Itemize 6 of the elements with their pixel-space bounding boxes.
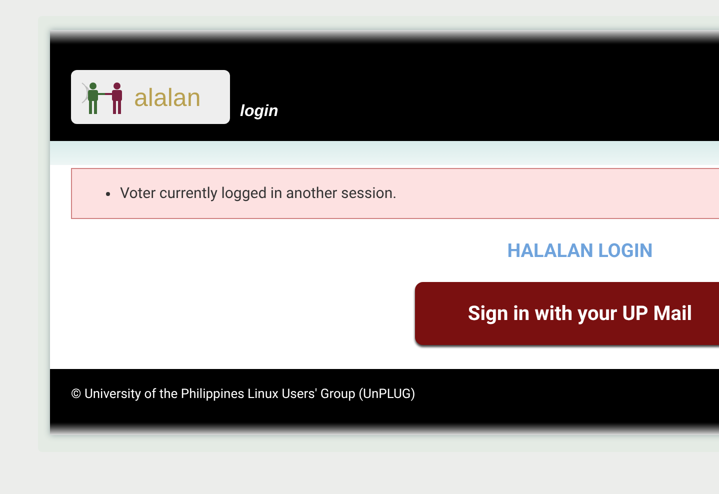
page-subtitle: login: [240, 102, 278, 122]
signin-button[interactable]: Sign in with your UP Mail: [415, 282, 719, 344]
logo-text: alalan: [134, 83, 201, 114]
alert-message: Voter currently logged in another session.: [120, 183, 397, 204]
footer-copyright: © University of the Philippines Linux Users' Group (UnPLUG): [71, 386, 416, 404]
login-heading: HALALAN LOGIN: [507, 238, 653, 264]
